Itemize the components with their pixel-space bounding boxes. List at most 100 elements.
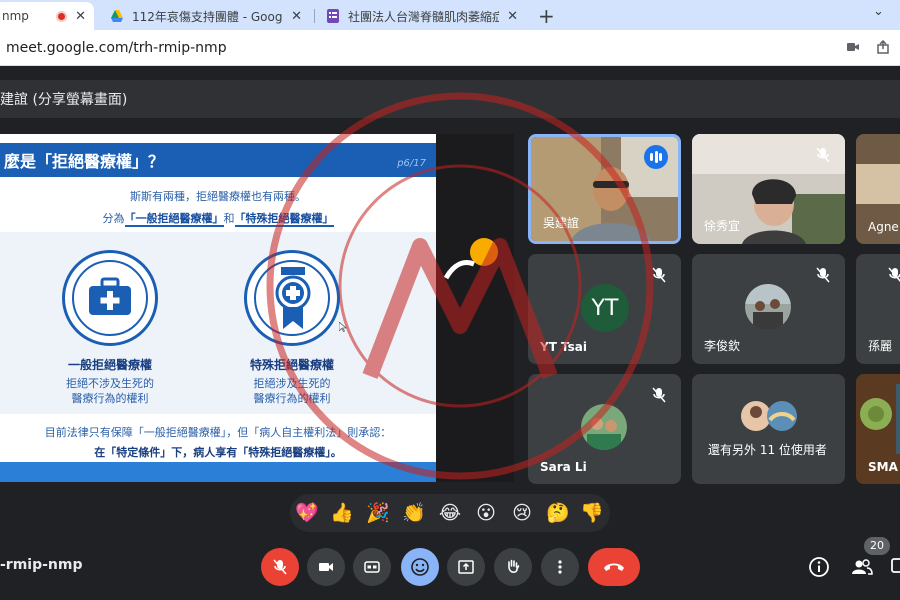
url-text[interactable]: meet.google.com/trh-rmip-nmp xyxy=(6,40,227,56)
participant-tile[interactable]: Agne xyxy=(856,134,900,244)
tab-google-drive[interactable]: 112年哀傷支持團體 - Google 雲端 ✕ xyxy=(102,2,310,30)
more-options-button[interactable] xyxy=(541,548,579,586)
slide-footer: 目前法律只有保障「一般拒絕醫療權」，但「病人自主權利法」則承認： 在「特定條件」… xyxy=(0,414,436,462)
shared-screen-gutter xyxy=(436,134,514,482)
content-gap xyxy=(0,66,900,80)
slide-header: 麼是「拒絕醫療權」？ p6/17 xyxy=(0,134,436,180)
mic-off-icon xyxy=(816,147,830,163)
people-icon[interactable] xyxy=(851,556,873,578)
slide-page-number: p6/17 xyxy=(397,158,426,169)
participant-name: 李俊欽 xyxy=(704,339,741,353)
tab-title: 112年哀傷支持團體 - Google 雲端 xyxy=(132,9,283,24)
tab-search-button[interactable]: ⌄ xyxy=(873,4,884,19)
mic-off-icon xyxy=(888,267,900,282)
reactions-button[interactable] xyxy=(401,548,439,586)
meeting-code: -rmip-nmp xyxy=(0,557,83,573)
info-icon[interactable] xyxy=(808,556,830,578)
camera-permission-icon[interactable] xyxy=(846,40,860,54)
more-participants-tile[interactable]: 還有另外 11 位使用者 xyxy=(692,374,845,484)
browser-tab-strip: nmp ✕ 112年哀傷支持團體 - Google 雲端 ✕ 社團法人台灣脊髓肌… xyxy=(0,0,900,30)
participant-tile[interactable]: YT YT Tsai xyxy=(528,254,681,364)
close-tab-icon[interactable]: ✕ xyxy=(507,9,518,24)
chat-icon[interactable] xyxy=(890,556,900,578)
slide-intro: 斯斯有兩種，拒絕醫療權也有兩種。 分為「一般拒絕醫療權」和「特殊拒絕醫療權」 xyxy=(0,180,436,232)
intro-option-2: 「特殊拒絕醫療權」 xyxy=(234,212,334,227)
medical-kit-icon xyxy=(89,277,131,315)
close-tab-icon[interactable]: ✕ xyxy=(291,9,302,24)
new-tab-button[interactable]: + xyxy=(538,4,555,28)
participant-tile[interactable]: Sara Li xyxy=(528,374,681,484)
participant-name: Sara Li xyxy=(540,460,587,474)
captions-icon xyxy=(364,561,380,573)
intro-prefix: 分為 xyxy=(102,212,125,225)
present-screen-icon xyxy=(458,560,474,574)
reaction-surprised[interactable]: 😮 xyxy=(474,501,498,525)
participant-tile[interactable]: 徐秀宜 xyxy=(692,134,845,244)
screen-root: nmp ✕ 112年哀傷支持團體 - Google 雲端 ✕ 社團法人台灣脊髓肌… xyxy=(0,0,900,600)
intro-mid: 和 xyxy=(223,212,235,225)
share-icon[interactable] xyxy=(876,40,890,54)
partial-logo-graphic xyxy=(444,238,498,280)
footer-line-1: 目前法律只有保障「一般拒絕醫療權」，但「病人自主權利法」則承認： xyxy=(44,426,392,439)
participant-count-badge: 20 xyxy=(864,537,890,555)
reaction-thumbs-down[interactable]: 👎 xyxy=(580,501,604,525)
recording-icon xyxy=(56,10,68,22)
special-refusal-emblem xyxy=(244,250,340,346)
participant-name: 吳建誼 xyxy=(543,216,580,230)
participant-name: Agne xyxy=(868,220,899,234)
mouse-cursor-icon xyxy=(339,322,347,332)
more-participants-label: 還有另外 11 位使用者 xyxy=(708,443,827,457)
tab-title: nmp xyxy=(2,9,29,23)
tab-sma-association[interactable]: 社團法人台灣脊髓肌肉萎縮症病友 ✕ xyxy=(318,2,526,30)
option-1-desc-line-2: 醫療行為的權利 xyxy=(71,392,149,405)
option-1-title: 一般拒絕醫療權 xyxy=(67,358,152,372)
participant-tile[interactable]: 孫麗 xyxy=(856,254,900,364)
reaction-sad[interactable]: 😢 xyxy=(510,501,534,525)
tab-separator xyxy=(314,9,315,23)
mic-toggle-button[interactable] xyxy=(261,548,299,586)
participant-name: 孫麗 xyxy=(868,339,893,353)
participant-name: YT Tsai xyxy=(540,340,587,354)
google-drive-icon xyxy=(111,10,123,22)
reaction-thumbs-up[interactable]: 👍 xyxy=(330,501,354,525)
reaction-laugh[interactable]: 😂 xyxy=(438,501,462,525)
option-2-desc-line-2: 醫療行為的權利 xyxy=(253,392,331,405)
camera-icon xyxy=(319,563,333,571)
close-tab-icon[interactable]: ✕ xyxy=(75,9,86,24)
participant-tile[interactable]: SMA xyxy=(856,374,900,484)
participant-name: 徐秀宜 xyxy=(704,219,741,233)
mic-off-icon xyxy=(273,559,287,575)
participant-tile[interactable]: 李俊欽 xyxy=(692,254,845,364)
raise-hand-button[interactable] xyxy=(494,548,532,586)
slide-title: 麼是「拒絕醫療權」？ xyxy=(4,152,165,171)
shared-screen-slide: 麼是「拒絕醫療權」？ p6/17 斯斯有兩種，拒絕醫療權也有兩種。 分為「一般拒… xyxy=(0,134,436,482)
captions-button[interactable] xyxy=(353,548,391,586)
intro-line-1: 斯斯有兩種，拒絕醫療權也有兩種。 xyxy=(130,190,306,203)
avatar: YT xyxy=(581,284,629,332)
avatar-stack xyxy=(741,401,797,431)
forms-icon xyxy=(327,9,339,23)
leave-call-button[interactable] xyxy=(588,548,640,586)
camera-toggle-button[interactable] xyxy=(307,548,345,586)
address-bar[interactable]: meet.google.com/trh-rmip-nmp xyxy=(0,30,900,66)
mic-off-icon xyxy=(816,267,830,283)
mic-off-icon xyxy=(652,267,666,283)
general-refusal-emblem xyxy=(62,250,158,346)
reaction-heart[interactable]: 💖 xyxy=(295,501,319,525)
slide-body: 一般拒絕醫療權 拒絕不涉及生死的 醫療行為的權利 特殊拒絕醫療權 拒絕涉及生死的… xyxy=(0,232,436,414)
footer-line-2: 在「特定條件」下，病人享有「特殊拒絕醫療權」。 xyxy=(94,446,342,459)
reaction-party[interactable]: 🎉 xyxy=(366,501,390,525)
presenter-bar: 建誼 (分享螢幕畫面) xyxy=(0,80,900,118)
more-vert-icon xyxy=(558,560,562,574)
slide-bottom-bar xyxy=(0,462,436,482)
speaking-indicator-icon xyxy=(644,145,668,169)
reaction-thinking[interactable]: 🤔 xyxy=(546,501,570,525)
participant-tile-speaker[interactable]: 吳建誼 xyxy=(528,134,681,244)
tab-meet[interactable]: nmp ✕ xyxy=(0,2,94,30)
present-button[interactable] xyxy=(447,548,485,586)
option-1-desc-line-1: 拒絕不涉及生死的 xyxy=(66,377,154,390)
avatar xyxy=(745,284,791,330)
tab-title: 社團法人台灣脊髓肌肉萎縮症病友 xyxy=(348,9,500,24)
reaction-clap[interactable]: 👏 xyxy=(402,501,426,525)
hang-up-icon xyxy=(604,563,624,571)
